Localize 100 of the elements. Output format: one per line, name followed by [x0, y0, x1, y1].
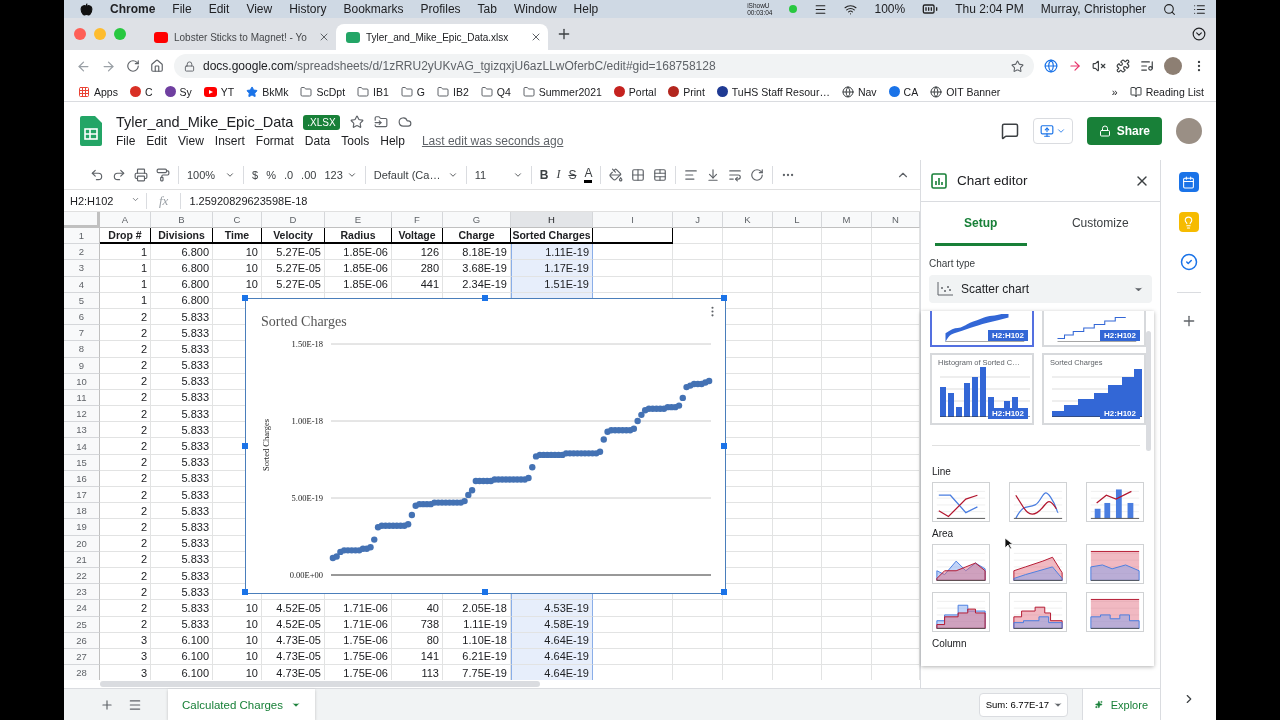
currency-button[interactable]: $: [252, 168, 259, 181]
bookmark[interactable]: ScDpt: [300, 85, 346, 98]
column-header[interactable]: H: [511, 212, 593, 228]
tab-title: Tyler_and_Mike_Epic_Data.xlsx: [366, 31, 510, 43]
column-header[interactable]: D: [262, 212, 325, 228]
menu-item[interactable]: Help: [573, 2, 599, 16]
row-header[interactable]: 18: [64, 503, 100, 520]
font-size-select[interactable]: 11: [474, 168, 523, 181]
menu-item[interactable]: View: [178, 134, 204, 148]
menu-item[interactable]: Window: [513, 2, 557, 16]
last-edit-link[interactable]: Last edit was seconds ago: [421, 134, 564, 148]
menu-item[interactable]: Help: [380, 134, 405, 148]
strikethrough-button[interactable]: S: [568, 167, 577, 182]
zoom-select[interactable]: 100%: [187, 168, 235, 181]
bookmark[interactable]: Nav: [841, 85, 877, 98]
column-header[interactable]: K: [723, 212, 773, 228]
sheet-tab[interactable]: Calculated Charges: [168, 689, 315, 720]
menu-item[interactable]: File: [172, 2, 192, 16]
percent-button[interactable]: %: [266, 168, 276, 181]
chart-type-select[interactable]: Scatter chart: [929, 275, 1152, 303]
bookmark[interactable]: BkMk: [246, 85, 289, 98]
row-header[interactable]: 3: [64, 260, 100, 277]
menu-item[interactable]: Data: [304, 134, 331, 148]
editor-tab[interactable]: Setup: [935, 202, 1027, 246]
number-format-select[interactable]: 123: [324, 168, 357, 181]
user-name[interactable]: Murray, Christopher: [1040, 2, 1146, 16]
menu-item[interactable]: Edit: [146, 134, 168, 148]
column-header[interactable]: N: [872, 212, 920, 228]
row-header[interactable]: 1: [64, 228, 100, 245]
table-cell: 5.27E-05: [262, 276, 325, 293]
bookmark[interactable]: YT: [203, 85, 235, 98]
bookmark[interactable]: IB2: [437, 85, 469, 98]
row-header[interactable]: 12: [64, 406, 100, 423]
column-header[interactable]: L: [773, 212, 822, 228]
menu-item[interactable]: Tools: [341, 134, 370, 148]
browser-tab[interactable]: Tyler_and_Mike_Epic_Data.xlsx: [336, 24, 548, 50]
column-header[interactable]: E: [325, 212, 392, 228]
font-select[interactable]: Default (Ca…: [373, 168, 458, 181]
column-header[interactable]: J: [673, 212, 723, 228]
row-header[interactable]: 8: [64, 341, 100, 358]
increase-decimals-button[interactable]: .00: [301, 168, 317, 181]
row-header[interactable]: 13: [64, 422, 100, 439]
bookmark[interactable]: Q4: [480, 85, 511, 98]
column-header[interactable]: A: [100, 212, 151, 228]
row-header[interactable]: 24: [64, 600, 100, 617]
suggested-chart[interactable]: H2:H102: [1042, 311, 1146, 347]
column-header[interactable]: I: [593, 212, 673, 228]
bookmark[interactable]: Summer2021: [522, 85, 602, 98]
menu-item[interactable]: Chrome: [110, 2, 156, 16]
menu-item[interactable]: View: [246, 2, 273, 16]
decrease-decimals-button[interactable]: .0: [283, 168, 294, 181]
column-header[interactable]: G: [443, 212, 511, 228]
address-field[interactable]: docs.google.com/spreadsheets/d/1zRRU2yUKvAG_tgizqxjU6azLLwOferbC/edit#gid=168758128: [174, 54, 1034, 78]
table-cell: 2: [100, 308, 151, 326]
bookmark[interactable]: IB1: [357, 85, 389, 98]
bold-button[interactable]: B: [539, 167, 549, 182]
italic-button[interactable]: I: [556, 167, 561, 182]
sum-select[interactable]: Sum: 6.77E-17: [978, 692, 1068, 717]
bookmark[interactable]: Sy: [164, 85, 192, 98]
row-header[interactable]: 14: [64, 438, 100, 455]
row-header[interactable]: 23: [64, 584, 100, 601]
bookmark[interactable]: G: [400, 85, 425, 98]
name-box[interactable]: H2:H102: [64, 194, 146, 207]
menu-item[interactable]: Format: [255, 134, 294, 148]
column-header[interactable]: C: [213, 212, 262, 228]
column-header[interactable]: M: [822, 212, 872, 228]
menu-item[interactable]: Tab: [477, 2, 497, 16]
document-title[interactable]: Tyler_and_Mike_Epic_Data: [116, 114, 294, 130]
menu-item[interactable]: Edit: [208, 2, 230, 16]
formula-field[interactable]: 1.25920829623598E-18: [181, 194, 308, 207]
menu-item[interactable]: Bookmarks: [343, 2, 404, 16]
text-color-button[interactable]: A: [584, 166, 593, 183]
row-header[interactable]: 28: [64, 665, 100, 680]
menu-item[interactable]: Insert: [214, 134, 245, 148]
scatter-chart[interactable]: Sorted Charges Sorted Charges 1.50E-18 1.00E-18 5.00E-19 0.00E+00: [245, 298, 726, 594]
menu-item[interactable]: Profiles: [420, 2, 461, 16]
table-cell: 1.71E-06: [325, 600, 392, 617]
bookmark[interactable]: Print: [668, 85, 705, 98]
bookmark[interactable]: Portal: [613, 85, 657, 98]
bookmark[interactable]: Apps: [78, 85, 118, 98]
explore-button[interactable]: Explore: [1082, 689, 1160, 720]
menu-item[interactable]: File: [116, 134, 136, 148]
suggested-chart[interactable]: H2:H102: [930, 311, 1034, 347]
row-header[interactable]: 19: [64, 519, 100, 536]
bookmark[interactable]: CA: [888, 85, 919, 98]
bookmark[interactable]: OIT Banner: [930, 85, 1001, 98]
more-bookmarks[interactable]: »: [1111, 85, 1118, 98]
row-header[interactable]: 17: [64, 487, 100, 504]
column-header[interactable]: B: [151, 212, 213, 228]
editor-tab[interactable]: Customize: [1054, 202, 1146, 246]
reading-list[interactable]: Reading List: [1129, 85, 1204, 98]
menu-item[interactable]: History: [289, 2, 327, 16]
browser-tab[interactable]: Lobster Sticks to Magnet! - Yo: [144, 24, 336, 50]
row-header[interactable]: 2: [64, 244, 100, 261]
bookmark-label: Portal: [628, 85, 657, 98]
bookmark[interactable]: C: [129, 85, 153, 98]
share-button[interactable]: Share: [1086, 117, 1162, 145]
row-header[interactable]: 7: [64, 325, 100, 342]
column-header[interactable]: F: [392, 212, 443, 228]
table-cell: 280: [392, 260, 443, 277]
